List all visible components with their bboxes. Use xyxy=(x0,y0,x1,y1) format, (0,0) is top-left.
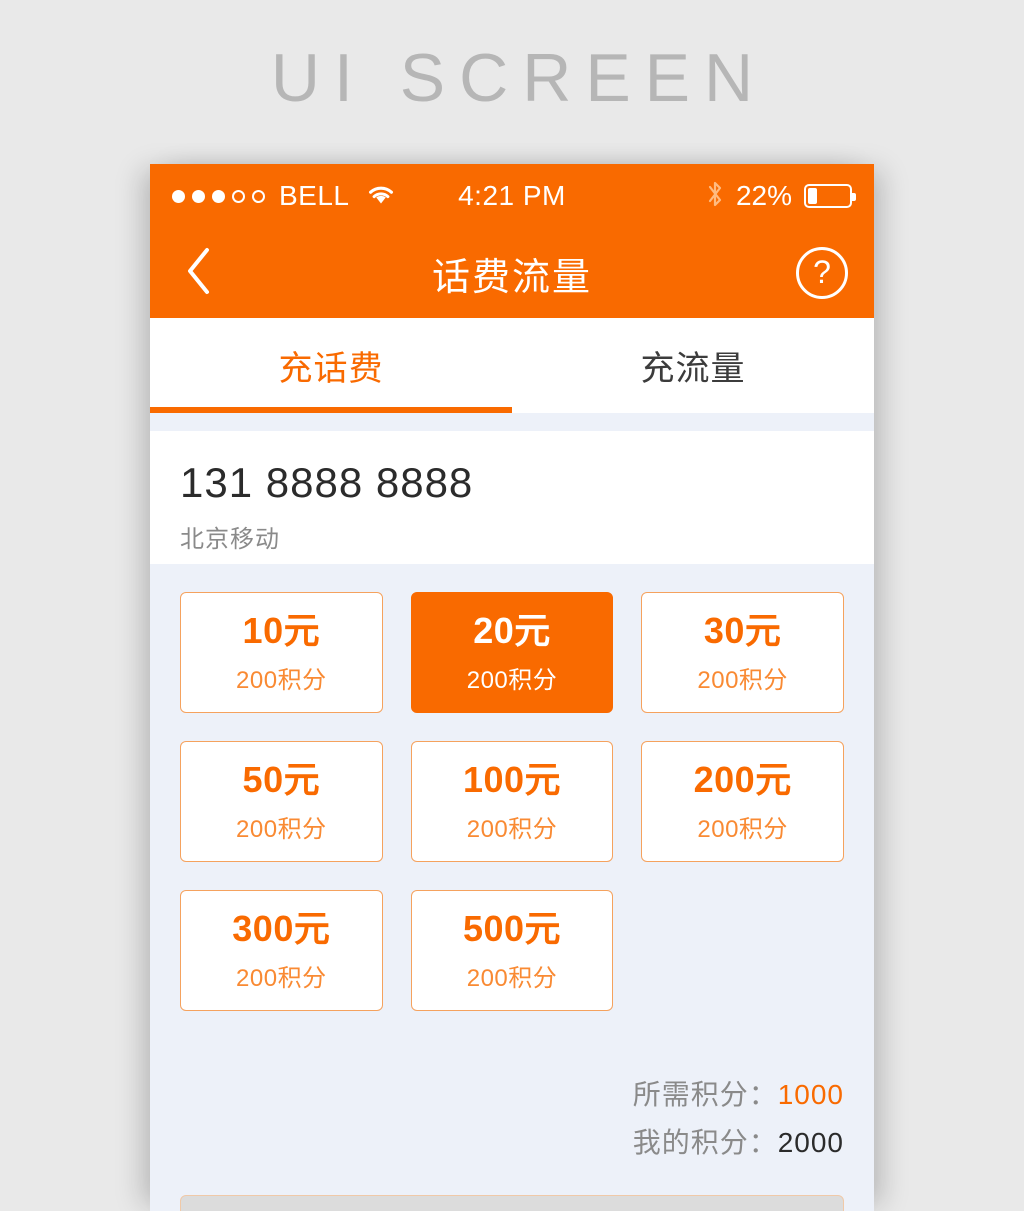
tab-recharge-data[interactable]: 充流量 xyxy=(512,318,874,413)
signal-dot-empty xyxy=(232,189,245,203)
bluetooth-icon xyxy=(706,179,724,214)
amount-card[interactable]: 20元 200积分 xyxy=(410,592,614,713)
amount-grid-wrapper: 10元 200积分 20元 200积分 30元 200积分 50元 200积分 100元 200积… xyxy=(150,564,874,1011)
my-points-row: 我的积分：2000 xyxy=(180,1119,844,1167)
amount-points: 200积分 xyxy=(697,815,788,843)
tab-bar: 充话费 充流量 xyxy=(150,318,874,413)
amount-points: 200积分 xyxy=(466,964,558,992)
signal-dot-filled xyxy=(172,189,185,203)
account-panel[interactable]: 131 8888 8888 北京移动 xyxy=(150,431,874,564)
amount-card-placeholder xyxy=(641,890,844,1011)
signal-dot-filled xyxy=(192,189,205,203)
amount-value: 20元 xyxy=(473,610,551,652)
help-button[interactable]: ? xyxy=(796,247,848,299)
my-points-label: 我的积分： xyxy=(632,1127,778,1159)
amount-grid: 10元 200积分 20元 200积分 30元 200积分 50元 200积分 100元 200积… xyxy=(180,592,844,1011)
chevron-left-icon xyxy=(184,246,214,301)
phone-number: 131 8888 8888 xyxy=(180,459,474,506)
status-bar-left: BELL xyxy=(172,180,396,212)
points-summary: 所需积分：1000 我的积分：2000 xyxy=(150,1011,874,1167)
amount-card[interactable]: 10元 200积分 xyxy=(180,592,383,713)
signal-dot-filled xyxy=(212,189,225,203)
status-bar: BELL 4:21 PM 22% xyxy=(150,164,874,228)
amount-value: 300元 xyxy=(232,908,331,950)
status-bar-right: 22% xyxy=(706,179,856,214)
wifi-icon xyxy=(366,183,396,210)
amount-value: 50元 xyxy=(242,759,321,801)
my-points-value: 2000 xyxy=(777,1127,844,1159)
amount-card[interactable]: 200元 200积分 xyxy=(641,741,844,862)
tab-bar-divider xyxy=(150,413,874,431)
submit-wrapper: 积分不足 xyxy=(150,1167,874,1211)
amount-card[interactable]: 50元 200积分 xyxy=(180,741,383,862)
amount-value: 30元 xyxy=(703,610,782,652)
amount-points: 200积分 xyxy=(466,815,558,843)
nav-title: 话费流量 xyxy=(431,256,592,299)
amount-points: 200积分 xyxy=(236,666,327,694)
required-points-value: 1000 xyxy=(777,1079,844,1110)
phone-mockup: BELL 4:21 PM 22% 话费流量 ? 充话费 充流量 131 8888… xyxy=(150,164,874,1211)
amount-card[interactable]: 300元 200积分 xyxy=(180,890,383,1011)
nav-bar: 话费流量 ? xyxy=(150,228,874,318)
tab-recharge-phone[interactable]: 充话费 xyxy=(150,318,512,413)
amount-value: 10元 xyxy=(242,610,321,652)
amount-value: 100元 xyxy=(462,759,562,801)
tab-label: 充流量 xyxy=(640,350,746,388)
required-points-row: 所需积分：1000 xyxy=(180,1071,844,1119)
submit-button[interactable]: 积分不足 xyxy=(180,1195,844,1211)
signal-dot-empty xyxy=(252,189,265,203)
amount-points: 200积分 xyxy=(236,964,327,992)
amount-points: 200积分 xyxy=(697,666,788,694)
amount-points: 200积分 xyxy=(466,666,558,694)
carrier-name: BELL xyxy=(279,180,350,211)
signal-strength-dots xyxy=(172,189,265,203)
amount-card[interactable]: 30元 200积分 xyxy=(641,592,844,713)
battery-percent-label: 22% xyxy=(735,180,792,211)
amount-card[interactable]: 500元 200积分 xyxy=(410,890,614,1011)
account-carrier: 北京移动 xyxy=(180,526,280,554)
amount-card[interactable]: 100元 200积分 xyxy=(410,741,614,862)
battery-icon xyxy=(804,184,856,208)
amount-points: 200积分 xyxy=(236,815,327,843)
amount-value: 500元 xyxy=(462,908,562,950)
required-points-label: 所需积分： xyxy=(632,1079,778,1110)
back-button[interactable] xyxy=(176,247,222,296)
tab-label: 充话费 xyxy=(278,350,384,388)
question-mark-icon: ? xyxy=(813,254,831,290)
amount-value: 200元 xyxy=(693,759,792,801)
page-title: UI SCREEN xyxy=(270,40,768,116)
